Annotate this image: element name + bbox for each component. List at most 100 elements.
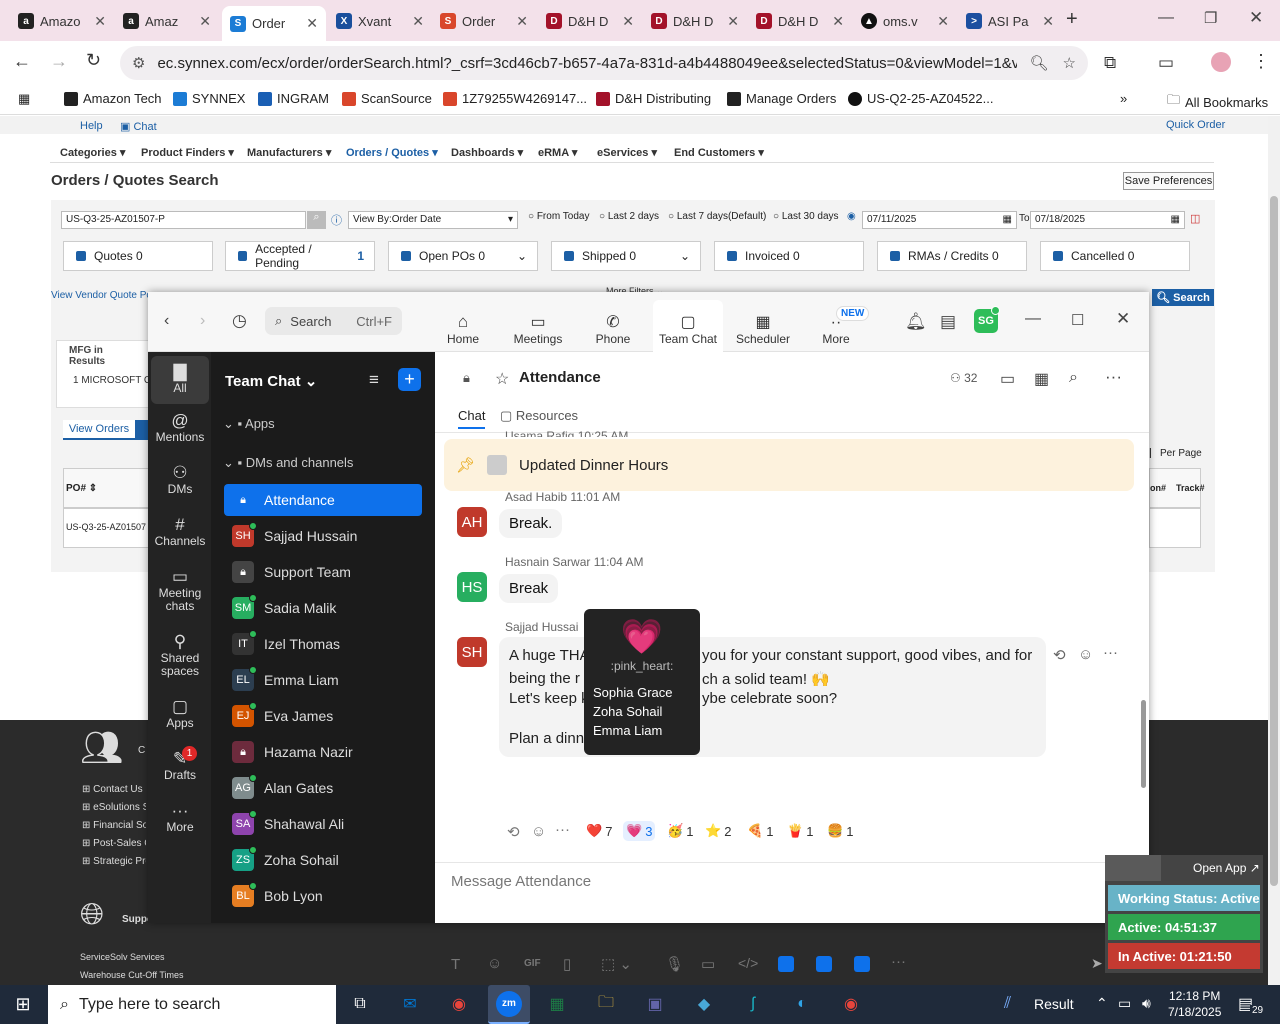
more-dots-icon[interactable]: ··· (891, 953, 906, 970)
view-by-select[interactable]: View By:Order Date ▾ (348, 211, 518, 229)
chrome-icon[interactable]: ◉ (834, 989, 868, 1019)
page-scrollbar[interactable] (1268, 116, 1280, 985)
restore-icon[interactable]: ❐ (1204, 9, 1217, 27)
avatar[interactable]: SH (457, 637, 487, 667)
emoji-icon[interactable]: ☺ (487, 955, 502, 972)
view-orders-tab[interactable]: View Orders (63, 420, 135, 440)
browser-tab[interactable]: X Xvant ✕ (328, 6, 432, 36)
teams-icon[interactable]: ▣ (638, 989, 672, 1019)
nav-orders-quotes[interactable]: Orders / Quotes ▾ (346, 146, 438, 159)
rail-drafts[interactable]: ✎ Drafts (151, 750, 209, 782)
extensions-icon[interactable]: ⧉ (1104, 53, 1116, 73)
reaction-pink-heart[interactable]: 💗 3 (623, 821, 656, 841)
sidebar-title[interactable]: Team Chat ⌄ (225, 372, 317, 390)
calendar-icon[interactable]: ▦ (1034, 369, 1049, 389)
bookmark-tracking[interactable]: 1Z79255W4269147... (443, 91, 587, 106)
tracking-column-header[interactable]: on# Track# (1149, 468, 1205, 508)
rail-apps[interactable]: ▢ Apps (151, 698, 209, 730)
code-icon[interactable]: </> (738, 955, 758, 971)
reaction-pizza[interactable]: 🍕 1 (747, 823, 773, 839)
weather-icon[interactable]: ⫽ (1004, 995, 1011, 1013)
forward-arrow-icon[interactable]: → (50, 51, 68, 72)
status-shipped[interactable]: Shipped 0 ⌄ (551, 241, 701, 271)
footer-link[interactable]: ⊞ eSolutions Se (82, 799, 146, 817)
browser-tab-active[interactable]: S Order ✕ (222, 6, 326, 41)
browser-tab[interactable]: a Amaz ✕ (115, 6, 219, 36)
url-bar[interactable]: ⚙ ec.synnex.com/ecx/order/orderSearch.ht… (120, 46, 1088, 80)
browser-tab[interactable]: ▲ oms.v ✕ (853, 6, 957, 36)
nav-end-customers[interactable]: End Customers ▾ (674, 146, 764, 159)
sidebar-item-shahawal-ali[interactable]: SA Shahawal Ali (224, 808, 422, 840)
vendor-quote-link[interactable]: View Vendor Quote Port (51, 290, 148, 301)
history-clock-icon[interactable]: ◷ (232, 311, 247, 331)
chevron-left-icon[interactable]: ‹ (164, 312, 169, 330)
sidebar-item-izel-thomas[interactable]: IT Izel Thomas (224, 628, 422, 660)
close-icon[interactable]: ✕ (306, 15, 318, 32)
clock[interactable]: 12:18 PM 7/18/2025 (1168, 988, 1221, 1020)
save-preferences-button[interactable]: Save Preferences (1123, 172, 1214, 190)
star-icon[interactable]: ☆ (1063, 54, 1076, 72)
site-info-icon[interactable]: ⚙ (132, 54, 145, 72)
pinned-message[interactable]: 📌︎ Updated Dinner Hours (444, 439, 1134, 491)
text-format-icon[interactable]: T (451, 956, 460, 973)
footer-link[interactable]: Warehouse Cut-Off Times (80, 970, 184, 980)
tab-chat[interactable]: Chat (458, 408, 486, 429)
chat-link[interactable]: ▣ Chat (120, 120, 157, 133)
menu-kebab-icon[interactable]: ⋮ (1252, 51, 1270, 72)
edge-icon[interactable]: ◐ (785, 989, 819, 1019)
reaction-red-heart[interactable]: ❤️ 7 (586, 823, 612, 839)
video-clip-icon[interactable]: ▭ (701, 955, 715, 973)
chrome-icon[interactable]: ◉ (442, 989, 476, 1019)
footer-link[interactable]: ⊞ Post-Sales C (82, 835, 146, 853)
outlook-icon[interactable]: ✉ (393, 989, 427, 1019)
close-icon[interactable]: ✕ (1042, 13, 1054, 30)
tab-meetings[interactable]: ▭ Meetings (503, 300, 573, 352)
reaction-fries[interactable]: 🍟 1 (787, 823, 813, 839)
message-bubble[interactable]: Break (499, 574, 559, 603)
close-icon[interactable]: ✕ (199, 13, 211, 30)
radio-custom-selected[interactable]: ◉ (847, 211, 856, 222)
sidebar-item-zoha-sohail[interactable]: ZS Zoha Sohail (224, 844, 422, 876)
chevron-up-icon[interactable]: ⌃ (1096, 995, 1108, 1012)
po-cell[interactable]: US-Q3-25-AZ01507 (63, 508, 149, 548)
compose-plus-button[interactable]: + (398, 368, 421, 391)
chat-title[interactable]: Attendance (519, 369, 601, 386)
radio-last-2-days[interactable]: ○ Last 2 days (599, 211, 659, 222)
close-icon[interactable]: ✕ (94, 13, 106, 30)
file-explorer-icon[interactable]: 🗀 (589, 989, 623, 1019)
search-icon[interactable]: ⌕ (307, 211, 326, 229)
close-icon[interactable]: ✕ (1116, 309, 1130, 329)
quick-order-link[interactable]: Quick Order (1166, 119, 1225, 131)
cast-icon[interactable]: ▭ (1158, 53, 1174, 73)
per-page-label[interactable]: ⎸Per Page (1150, 448, 1202, 459)
browser-tab[interactable]: S Order ✕ (432, 6, 536, 36)
po-column-header[interactable]: PO# ⇕ (63, 468, 149, 508)
footer-link[interactable]: ⊞ Contact Us (82, 781, 146, 799)
taskbar-search[interactable]: ⌕ Type here to search (48, 985, 336, 1024)
bookmark-us-q2[interactable]: US-Q2-25-AZ04522... (848, 91, 993, 106)
clear-date-icon[interactable]: ◫ (1190, 212, 1200, 225)
task-view-icon[interactable]: ⧉ (343, 989, 377, 1019)
app-diamond-icon[interactable]: ◆ (687, 989, 721, 1019)
bookmark-scansource[interactable]: ScanSource (342, 91, 432, 106)
profile-avatar[interactable] (1211, 52, 1231, 72)
radio-last-30-days[interactable]: ○ Last 30 days (773, 211, 839, 222)
close-icon[interactable]: ✕ (622, 13, 634, 30)
bookmark-synnex[interactable]: SYNNEX (173, 91, 245, 106)
status-open-pos[interactable]: Open POs 0 ⌄ (388, 241, 538, 271)
chat-scrollbar[interactable] (1139, 432, 1147, 827)
network-icon[interactable]: ▭ (1118, 995, 1131, 1012)
tab-fragment[interactable] (135, 420, 149, 440)
nav-product-finders[interactable]: Product Finders ▾ (141, 146, 234, 159)
browser-tab[interactable]: > ASI Pa ✕ (958, 6, 1062, 36)
all-bookmarks[interactable]: 🗀 All Bookmarks (1167, 91, 1268, 113)
message-bubble[interactable]: Break. (499, 509, 563, 538)
tab-resources[interactable]: ▢ Resources (500, 408, 578, 424)
zoom-taskbar-icon[interactable]: zm (488, 985, 530, 1024)
reaction-party[interactable]: 🥳 1 (667, 823, 693, 839)
nav-dashboards[interactable]: Dashboards ▾ (451, 146, 523, 159)
more-dots-icon[interactable]: ··· (1103, 644, 1118, 661)
footer-link[interactable]: ServiceSolv Services (80, 952, 165, 962)
message-bubble-long[interactable]: A huge THA you for your constant support… (499, 637, 1046, 757)
avatar[interactable]: HS (457, 572, 487, 602)
